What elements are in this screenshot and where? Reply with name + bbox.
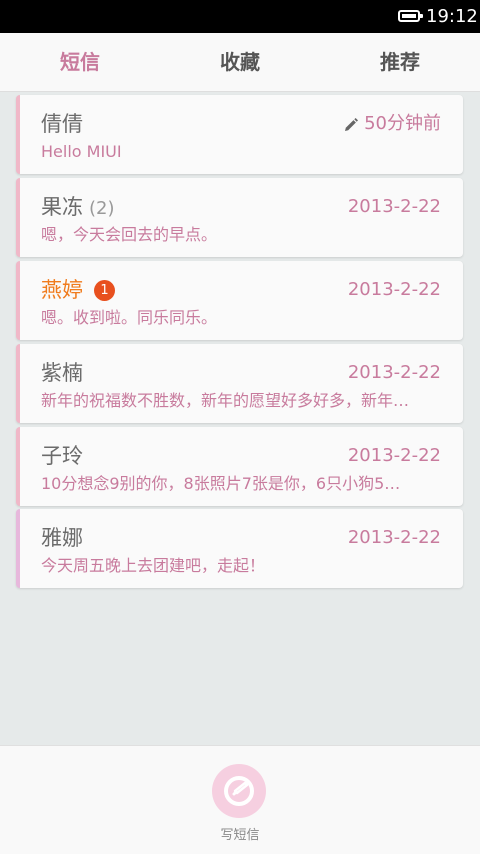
thread-time: 2013-2-22 bbox=[347, 527, 441, 548]
contact-name: 果冻 (2) bbox=[41, 195, 115, 219]
thread-item[interactable]: 子玲 2013-2-22 10分想念9别的你，8张照片7张是你，6只小狗5… bbox=[16, 427, 463, 506]
compose-button[interactable] bbox=[212, 764, 266, 818]
message-preview: 10分想念9别的你，8张照片7张是你，6只小狗5… bbox=[41, 474, 401, 493]
tab-favorites[interactable]: 收藏 bbox=[160, 33, 320, 91]
tab-messages[interactable]: 短信 bbox=[0, 33, 160, 91]
status-time: 19:12 bbox=[426, 6, 478, 27]
contact-name: 子玲 bbox=[41, 444, 83, 468]
message-preview: 今天周五晚上去团建吧，走起！ bbox=[41, 556, 266, 575]
thread-item[interactable]: 紫楠 2013-2-22 新年的祝福数不胜数，新年的愿望好多好多，新年… bbox=[16, 344, 463, 423]
message-preview: 嗯，今天会回去的早点。 bbox=[41, 225, 218, 244]
message-preview: 新年的祝福数不胜数，新年的愿望好多好多，新年… bbox=[41, 391, 410, 410]
compose-label: 写短信 bbox=[220, 828, 260, 843]
thread-item[interactable]: 倩倩 50分钟前 Hello MIUI bbox=[16, 95, 463, 174]
thread-item[interactable]: 燕婷 1 2013-2-22 嗯。收到啦。同乐同乐。 bbox=[16, 261, 463, 340]
unread-badge: 1 bbox=[94, 280, 115, 301]
contact-name: 雅娜 bbox=[41, 526, 83, 550]
contact-name: 紫楠 bbox=[41, 361, 83, 385]
thread-time: 2013-2-22 bbox=[347, 196, 441, 217]
pencil-icon bbox=[345, 118, 358, 131]
message-preview: 嗯。收到啦。同乐同乐。 bbox=[41, 308, 218, 327]
thread-item[interactable]: 果冻 (2) 2013-2-22 嗯，今天会回去的早点。 bbox=[16, 178, 463, 257]
contact-name: 倩倩 bbox=[41, 112, 83, 136]
tab-recommended[interactable]: 推荐 bbox=[320, 33, 480, 91]
message-preview: Hello MIUI bbox=[41, 142, 122, 161]
contact-name: 燕婷 bbox=[41, 278, 83, 302]
status-bar: 19:12 bbox=[0, 0, 480, 33]
thread-time: 2013-2-22 bbox=[347, 362, 441, 383]
thread-item[interactable]: 雅娜 2013-2-22 今天周五晚上去团建吧，走起！ bbox=[16, 509, 463, 588]
thread-time: 2013-2-22 bbox=[347, 445, 441, 466]
message-count: (2) bbox=[89, 198, 115, 219]
battery-icon bbox=[398, 10, 423, 22]
thread-time: 50分钟前 bbox=[364, 113, 441, 134]
bottom-bar: 写短信 bbox=[0, 745, 480, 854]
tab-bar: 短信 收藏 推荐 bbox=[0, 33, 480, 92]
thread-time: 2013-2-22 bbox=[347, 279, 441, 300]
compose-icon bbox=[224, 776, 254, 806]
